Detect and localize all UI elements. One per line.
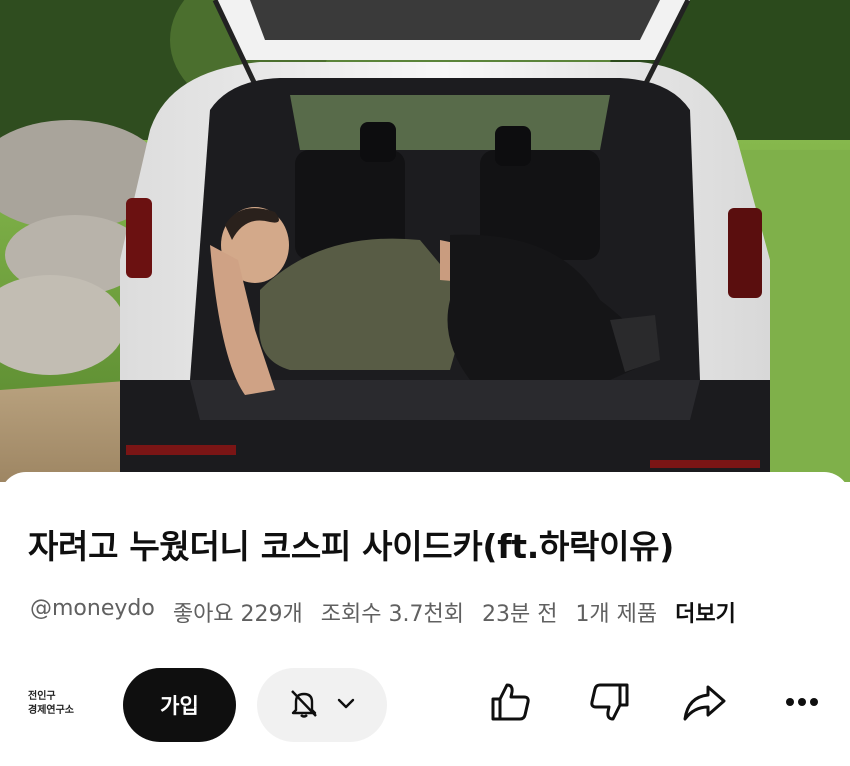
dislike-button[interactable] xyxy=(584,678,636,730)
like-button[interactable] xyxy=(484,678,536,730)
thumbs-up-icon xyxy=(487,679,533,729)
bell-off-icon xyxy=(287,686,321,724)
video-metadata[interactable]: @moneydo 좋아요 229개 조회수 3.7천회 23분 전 1개 제품 … xyxy=(30,596,830,628)
more-options-button[interactable] xyxy=(776,678,828,730)
action-bar: 전인구 경제연구소 가입 xyxy=(0,664,850,744)
upload-time: 23분 전 xyxy=(481,602,558,627)
more-horizontal-icon xyxy=(779,679,825,729)
channel-avatar[interactable]: 전인구 경제연구소 xyxy=(28,684,98,724)
share-button[interactable] xyxy=(678,678,730,730)
join-button-label: 가입 xyxy=(160,694,199,718)
view-count: 조회수 3.7천회 xyxy=(320,602,464,627)
channel-logo-line2: 경제연구소 xyxy=(28,705,74,716)
thumbnail-image xyxy=(0,0,850,482)
channel-handle[interactable]: @moneydo xyxy=(30,596,155,628)
thumbs-down-icon xyxy=(587,679,633,729)
video-thumbnail[interactable] xyxy=(0,0,850,482)
chevron-down-icon xyxy=(335,692,357,718)
notification-button[interactable] xyxy=(257,668,387,742)
channel-logo-line1: 전인구 xyxy=(28,691,56,702)
video-title[interactable]: 자려고 누웠더니 코스피 사이드카(ft.하락이유) xyxy=(28,520,828,568)
product-count[interactable]: 1개 제품 xyxy=(575,596,657,628)
share-icon xyxy=(680,679,728,729)
like-count: 좋아요 229개 xyxy=(172,602,303,627)
join-button[interactable]: 가입 xyxy=(123,668,236,742)
more-button[interactable]: 더보기 xyxy=(675,596,736,628)
